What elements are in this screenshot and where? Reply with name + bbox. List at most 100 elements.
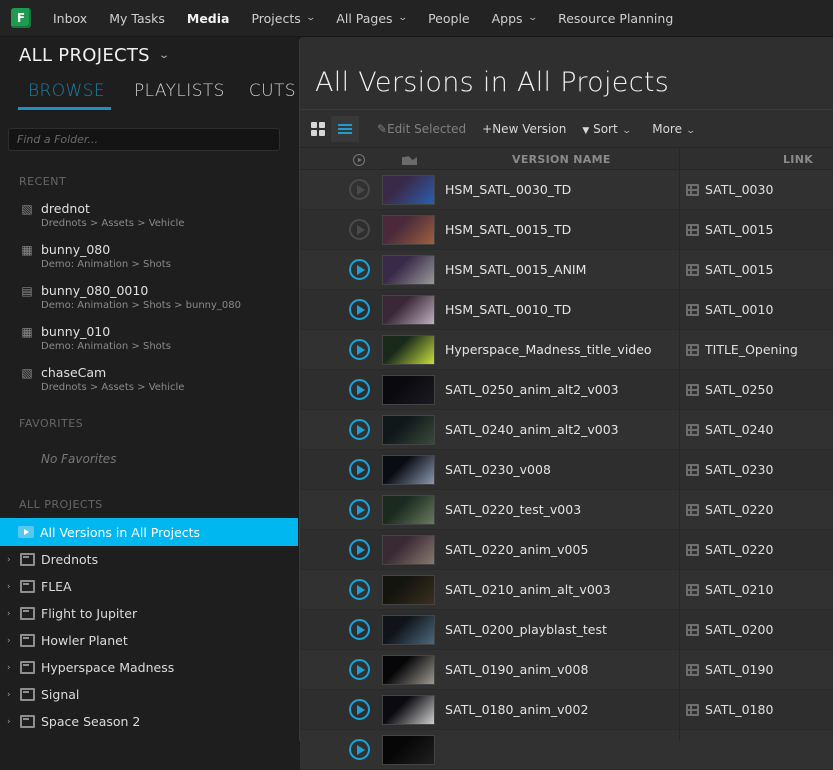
sidebar-project-item[interactable]: › Signal bbox=[0, 681, 298, 708]
play-icon[interactable] bbox=[349, 379, 370, 400]
play-icon[interactable] bbox=[349, 459, 370, 480]
version-link[interactable]: SATL_0220 bbox=[705, 502, 773, 517]
play-icon[interactable] bbox=[349, 219, 370, 240]
version-thumbnail[interactable] bbox=[382, 215, 435, 245]
expand-caret-icon[interactable]: › bbox=[7, 609, 17, 619]
table-row[interactable]: SATL_0220_anim_v005 SATL_0220 bbox=[300, 530, 833, 570]
tab-playlists[interactable]: PLAYLISTS bbox=[133, 81, 226, 110]
expand-caret-icon[interactable]: › bbox=[7, 555, 17, 565]
version-link[interactable]: SATL_0180 bbox=[705, 702, 773, 717]
version-name[interactable]: HSM_SATL_0015_ANIM bbox=[445, 262, 586, 277]
app-logo[interactable]: F bbox=[11, 8, 31, 28]
new-version-button[interactable]: +New Version bbox=[482, 122, 566, 136]
version-thumbnail[interactable] bbox=[382, 695, 435, 725]
play-icon[interactable] bbox=[349, 499, 370, 520]
version-thumbnail[interactable] bbox=[382, 615, 435, 645]
version-name[interactable]: Hyperspace_Madness_title_video bbox=[445, 342, 652, 357]
play-icon[interactable] bbox=[349, 619, 370, 640]
table-row[interactable]: SATL_0240_anim_alt2_v003 SATL_0240 bbox=[300, 410, 833, 450]
version-name[interactable]: HSM_SATL_0010_TD bbox=[445, 302, 571, 317]
version-link[interactable]: SATL_0015 bbox=[705, 222, 773, 237]
column-divider[interactable] bbox=[679, 149, 680, 741]
version-name[interactable]: SATL_0200_playblast_test bbox=[445, 622, 607, 637]
nav-my-tasks[interactable]: My Tasks bbox=[109, 11, 165, 26]
grid-view-icon[interactable] bbox=[311, 121, 325, 136]
table-row[interactable] bbox=[300, 730, 833, 770]
version-thumbnail[interactable] bbox=[382, 735, 435, 765]
table-row[interactable]: HSM_SATL_0010_TD SATL_0010 bbox=[300, 290, 833, 330]
version-name[interactable]: SATL_0210_anim_alt_v003 bbox=[445, 582, 611, 597]
version-name[interactable]: SATL_0240_anim_alt2_v003 bbox=[445, 422, 619, 437]
nav-inbox[interactable]: Inbox bbox=[53, 11, 87, 26]
table-row[interactable]: SATL_0220_test_v003 SATL_0220 bbox=[300, 490, 833, 530]
version-thumbnail[interactable] bbox=[382, 175, 435, 205]
version-name[interactable]: SATL_0250_anim_alt2_v003 bbox=[445, 382, 619, 397]
expand-caret-icon[interactable]: › bbox=[7, 582, 17, 592]
version-link[interactable]: SATL_0220 bbox=[705, 542, 773, 557]
version-thumbnail[interactable] bbox=[382, 375, 435, 405]
table-row[interactable]: SATL_0200_playblast_test SATL_0200 bbox=[300, 610, 833, 650]
version-link[interactable]: TITLE_Opening bbox=[705, 342, 798, 357]
version-thumbnail[interactable] bbox=[382, 655, 435, 685]
list-view-icon[interactable] bbox=[331, 115, 359, 142]
tab-cuts[interactable]: CUTS bbox=[248, 81, 297, 110]
table-row[interactable]: SATL_0210_anim_alt_v003 SATL_0210 bbox=[300, 570, 833, 610]
version-name[interactable]: SATL_0220_anim_v005 bbox=[445, 542, 588, 557]
sidebar-project-item[interactable]: › Drednots bbox=[0, 546, 298, 573]
more-button[interactable]: More ⌄ bbox=[652, 122, 696, 136]
find-folder-input[interactable]: Find a Folder... bbox=[8, 128, 280, 151]
tab-browse[interactable]: BROWSE bbox=[18, 81, 111, 110]
table-row[interactable]: HSM_SATL_0015_TD SATL_0015 bbox=[300, 210, 833, 250]
version-link[interactable]: SATL_0240 bbox=[705, 422, 773, 437]
version-link[interactable]: SATL_0230 bbox=[705, 462, 773, 477]
version-thumbnail[interactable] bbox=[382, 295, 435, 325]
play-icon[interactable] bbox=[349, 419, 370, 440]
column-header-link[interactable]: LINK bbox=[783, 153, 813, 166]
table-row[interactable]: HSM_SATL_0030_TD SATL_0030 bbox=[300, 170, 833, 210]
version-thumbnail[interactable] bbox=[382, 575, 435, 605]
sidebar-item-all-versions[interactable]: All Versions in All Projects bbox=[0, 518, 298, 546]
play-icon[interactable] bbox=[349, 579, 370, 600]
table-row[interactable]: SATL_0230_v008 SATL_0230 bbox=[300, 450, 833, 490]
nav-media[interactable]: Media bbox=[187, 11, 230, 26]
version-thumbnail[interactable] bbox=[382, 335, 435, 365]
table-row[interactable]: Hyperspace_Madness_title_video TITLE_Open… bbox=[300, 330, 833, 370]
table-row[interactable]: HSM_SATL_0015_ANIM SATL_0015 bbox=[300, 250, 833, 290]
sidebar-project-item[interactable]: › FLEA bbox=[0, 573, 298, 600]
sidebar-project-item[interactable]: › Flight to Jupiter bbox=[0, 600, 298, 627]
version-name[interactable]: SATL_0230_v008 bbox=[445, 462, 551, 477]
version-name[interactable]: HSM_SATL_0015_TD bbox=[445, 222, 571, 237]
nav-resource-planning[interactable]: Resource Planning bbox=[558, 11, 673, 26]
sidebar-project-item[interactable]: › Hyperspace Madness bbox=[0, 654, 298, 681]
table-row[interactable]: SATL_0180_anim_v002 SATL_0180 bbox=[300, 690, 833, 730]
sidebar-project-item[interactable]: › Space Season 2 bbox=[0, 708, 298, 735]
nav-projects[interactable]: Projects ⌄ bbox=[251, 11, 315, 26]
version-link[interactable]: SATL_0010 bbox=[705, 302, 773, 317]
version-name[interactable]: HSM_SATL_0030_TD bbox=[445, 182, 571, 197]
recent-item[interactable]: ▤ bunny_080_0010 Demo: Animation > Shots >… bbox=[19, 283, 241, 311]
expand-caret-icon[interactable]: › bbox=[7, 636, 17, 646]
version-link[interactable]: SATL_0200 bbox=[705, 622, 773, 637]
play-icon[interactable] bbox=[349, 739, 370, 760]
version-link[interactable]: SATL_0015 bbox=[705, 262, 773, 277]
thumbnail-column-icon[interactable] bbox=[402, 156, 417, 165]
version-name[interactable]: SATL_0220_test_v003 bbox=[445, 502, 581, 517]
version-thumbnail[interactable] bbox=[382, 415, 435, 445]
expand-caret-icon[interactable]: › bbox=[7, 690, 17, 700]
expand-caret-icon[interactable]: › bbox=[7, 663, 17, 673]
expand-caret-icon[interactable]: › bbox=[7, 717, 17, 727]
nav-all-pages[interactable]: All Pages ⌄ bbox=[336, 11, 407, 26]
version-link[interactable]: SATL_0250 bbox=[705, 382, 773, 397]
recent-item[interactable]: ▧ drednot Drednots > Assets > Vehicle bbox=[19, 201, 184, 229]
play-column-icon[interactable] bbox=[353, 154, 365, 166]
play-icon[interactable] bbox=[349, 179, 370, 200]
table-row[interactable]: SATL_0250_anim_alt2_v003 SATL_0250 bbox=[300, 370, 833, 410]
play-icon[interactable] bbox=[349, 659, 370, 680]
version-link[interactable]: SATL_0190 bbox=[705, 662, 773, 677]
play-icon[interactable] bbox=[349, 699, 370, 720]
recent-item[interactable]: ▦ bunny_080 Demo: Animation > Shots bbox=[19, 242, 171, 270]
project-selector[interactable]: ALL PROJECTS ⌄ bbox=[19, 45, 170, 66]
version-thumbnail[interactable] bbox=[382, 495, 435, 525]
version-thumbnail[interactable] bbox=[382, 535, 435, 565]
version-thumbnail[interactable] bbox=[382, 255, 435, 285]
